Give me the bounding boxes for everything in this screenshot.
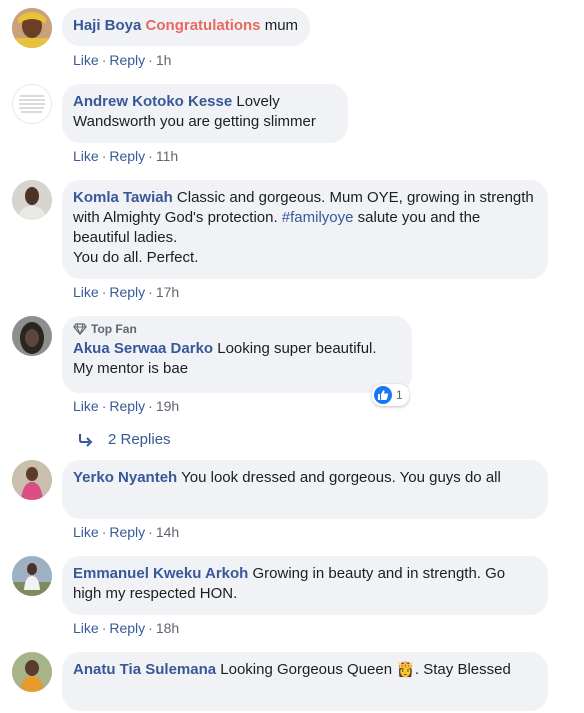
hashtag-link[interactable]: #familyoye <box>282 209 354 226</box>
comment-author[interactable]: Emmanuel Kweku Arkoh <box>73 565 248 582</box>
comment-text: Looking super beautiful. <box>217 340 377 357</box>
comment-actions: Like · Reply · 11h <box>73 148 178 164</box>
reply-arrow-icon <box>79 433 93 447</box>
comment-author[interactable]: Haji Boya <box>73 17 141 34</box>
comment-author[interactable]: Yerko Nyanteh <box>73 469 177 486</box>
reply-link[interactable]: Reply <box>109 284 145 300</box>
like-link[interactable]: Like <box>73 52 99 68</box>
comment-author[interactable]: Andrew Kotoko Kesse <box>73 93 232 110</box>
comment-author[interactable]: Komla Tawiah <box>73 189 173 206</box>
comment-actions: Like · Reply · 14h <box>73 524 179 540</box>
avatar[interactable] <box>12 652 52 692</box>
like-link[interactable]: Like <box>73 284 99 300</box>
separator: · <box>148 620 153 636</box>
comment-bubble: Emmanuel Kweku Arkoh Growing in beauty a… <box>62 556 548 615</box>
avatar[interactable] <box>12 84 52 124</box>
avatar[interactable] <box>12 316 52 356</box>
separator: · <box>101 524 107 540</box>
avatar[interactable] <box>12 8 52 48</box>
comment-time[interactable]: 11h <box>156 148 178 164</box>
reply-link[interactable]: Reply <box>109 148 145 164</box>
comment-bubble: Top Fan Akua Serwaa Darko Looking super … <box>62 316 412 393</box>
separator: · <box>148 524 153 540</box>
comment-bubble: Andrew Kotoko Kesse Lovely Wandsworth yo… <box>62 84 348 143</box>
profile-photo <box>12 180 52 220</box>
comment-bubble: Komla Tawiah Classic and gorgeous. Mum O… <box>62 180 548 279</box>
profile-photo <box>12 652 52 692</box>
top-fan-badge: Top Fan <box>73 321 400 337</box>
comment-text: Looking Gorgeous Queen <box>220 661 397 678</box>
diamond-icon <box>73 323 87 335</box>
separator: · <box>148 52 153 68</box>
comment-actions: Like · Reply · 18h <box>73 620 179 636</box>
comment-bubble: Haji Boya Congratulations mum <box>62 8 311 46</box>
comment-actions: Like · Reply · 1h <box>73 52 171 68</box>
comment-time[interactable]: 1h <box>156 52 172 68</box>
comment-text: mum <box>260 17 299 34</box>
like-link[interactable]: Like <box>73 620 99 636</box>
comment-text-line: My mentor is bae <box>73 360 189 377</box>
comment-time[interactable]: 19h <box>156 398 179 414</box>
princess-emoji: 👸 <box>396 661 415 678</box>
mention-link[interactable]: Congratulations <box>146 17 261 34</box>
profile-photo <box>12 460 52 500</box>
replies-label: 2 Replies <box>108 431 171 448</box>
profile-photo <box>12 316 52 356</box>
reply-link[interactable]: Reply <box>109 52 145 68</box>
comment-bubble: Anatu Tia Sulemana Looking Gorgeous Quee… <box>62 652 548 711</box>
thumbs-up-icon <box>374 386 392 404</box>
comment-actions: Like · Reply · 17h <box>73 284 179 300</box>
profile-photo <box>13 85 51 123</box>
separator: · <box>148 148 153 164</box>
comment-text-end: . Stay Blessed <box>414 661 511 678</box>
comment-time[interactable]: 14h <box>156 524 179 540</box>
avatar[interactable] <box>12 556 52 596</box>
view-replies-button[interactable]: 2 Replies <box>78 431 171 448</box>
avatar[interactable] <box>12 460 52 500</box>
profile-photo <box>12 8 52 48</box>
comment-time[interactable]: 18h <box>156 620 179 636</box>
reply-link[interactable]: Reply <box>109 524 145 540</box>
reaction-count[interactable]: 1 <box>372 384 409 406</box>
separator: · <box>101 148 107 164</box>
comment-author[interactable]: Akua Serwaa Darko <box>73 340 213 357</box>
comment-bubble: Yerko Nyanteh You look dressed and gorge… <box>62 460 548 519</box>
reply-link[interactable]: Reply <box>109 398 145 414</box>
separator: · <box>148 284 153 300</box>
reply-link[interactable]: Reply <box>109 620 145 636</box>
comment-text: You look dressed and gorgeous. You guys … <box>181 469 501 486</box>
comment-text-line: You do all. Perfect. <box>73 249 199 266</box>
profile-photo <box>12 556 52 596</box>
separator: · <box>101 398 107 414</box>
separator: · <box>101 284 107 300</box>
separator: · <box>148 398 153 414</box>
comment-time[interactable]: 17h <box>156 284 179 300</box>
top-fan-label: Top Fan <box>91 322 137 336</box>
like-link[interactable]: Like <box>73 398 99 414</box>
like-link[interactable]: Like <box>73 148 99 164</box>
like-link[interactable]: Like <box>73 524 99 540</box>
comment-author[interactable]: Anatu Tia Sulemana <box>73 661 216 678</box>
separator: · <box>101 620 107 636</box>
avatar[interactable] <box>12 180 52 220</box>
reaction-number: 1 <box>396 388 403 402</box>
separator: · <box>101 52 107 68</box>
comment-actions: Like · Reply · 19h <box>73 398 179 414</box>
